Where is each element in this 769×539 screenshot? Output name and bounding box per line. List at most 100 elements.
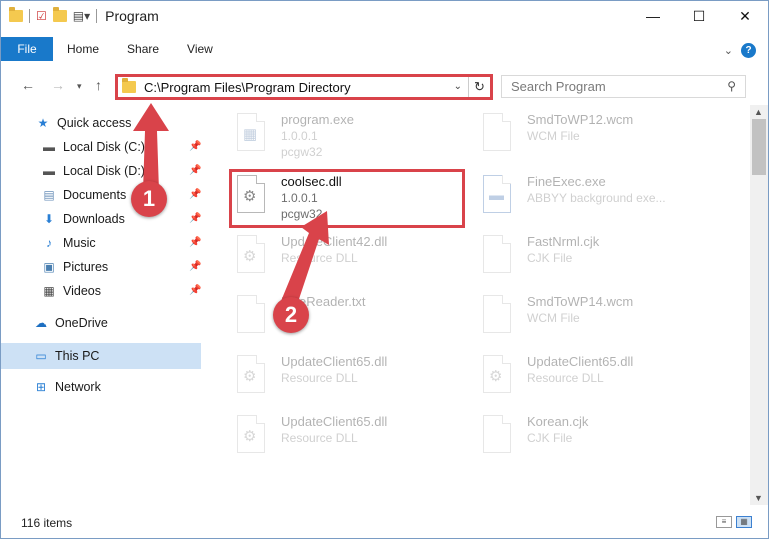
sidebar-item-downloads[interactable]: ⬇ Downloads [41, 207, 125, 231]
file-name: Korean.cjk [527, 414, 589, 429]
sidebar-item-label: Downloads [63, 212, 125, 226]
file-name: SmdToWP14.wcm [527, 294, 634, 309]
search-icon[interactable]: ⚲ [727, 79, 736, 93]
pin-icon[interactable]: 📌 [189, 285, 201, 296]
divider [29, 9, 30, 23]
file-item[interactable]: SmdToWP14.wcm WCM File [479, 293, 633, 347]
status-bar: 116 items ≡ ▦ [1, 508, 768, 538]
search-placeholder: Search Program [511, 79, 606, 94]
search-input[interactable]: Search Program ⚲ [501, 75, 746, 98]
item-count: 116 items [21, 516, 73, 530]
file-name: program.exe [281, 112, 354, 127]
scroll-up-icon[interactable]: ▲ [754, 107, 763, 117]
scroll-thumb[interactable] [752, 119, 766, 175]
recent-locations-icon[interactable]: ▾ [77, 81, 82, 92]
tab-file[interactable]: File [1, 37, 53, 61]
file-item[interactable]: ⚙ UpdateClient65.dll Resource DLL [233, 413, 387, 467]
dll-file-icon: ⚙ [233, 413, 269, 455]
title-bar: ☑ ▤▾ Program — ☐ ✕ [1, 1, 768, 31]
sidebar-item-onedrive[interactable]: ☁ OneDrive [33, 311, 108, 335]
exe-file-icon: ▬ [479, 173, 515, 215]
navigation-pane: ★ Quick access ▬ Local Disk (C:) 📌 ▬ Loc… [1, 105, 207, 505]
folder-icon [122, 78, 136, 93]
expand-ribbon-icon[interactable]: ⌄ [724, 44, 733, 57]
sidebar-item-local-disk-d[interactable]: ▬ Local Disk (D:) [41, 159, 145, 183]
vertical-scrollbar[interactable]: ▲ ▼ [750, 105, 768, 505]
network-icon: ⊞ [35, 380, 47, 394]
file-item[interactable]: ⚙ UpdateClient65.dll Resource DLL [479, 353, 633, 407]
pin-icon[interactable]: 📌 [189, 237, 201, 248]
videos-icon: ▦ [43, 284, 55, 298]
file-detail: Resource DLL [281, 371, 358, 385]
pictures-icon: ▣ [43, 260, 55, 274]
large-icons-view-icon[interactable]: ▦ [736, 516, 752, 528]
tab-view[interactable]: View [173, 42, 227, 56]
quick-access-toolbar: ☑ ▤▾ [1, 7, 98, 23]
folder-icon [9, 7, 23, 22]
file-item[interactable]: FastNrml.cjk CJK File [479, 233, 599, 287]
file-item[interactable]: SmdToWP12.wcm WCM File [479, 111, 633, 165]
window-controls: — ☐ ✕ [630, 1, 768, 31]
file-detail: CJK File [527, 251, 573, 265]
new-folder-icon[interactable] [52, 7, 67, 22]
tab-home[interactable]: Home [53, 42, 113, 56]
pin-icon[interactable]: 📌 [189, 261, 201, 272]
address-path[interactable]: C:\Program Files\Program Directory [144, 80, 351, 95]
file-item[interactable]: Korean.cjk CJK File [479, 413, 588, 467]
exe-file-icon: ▦ [233, 111, 269, 153]
details-view-icon[interactable]: ≡ [716, 516, 732, 528]
file-detail: pcgw32 [281, 145, 323, 159]
sidebar-item-videos[interactable]: ▦ Videos [41, 279, 101, 303]
address-bar[interactable]: C:\Program Files\Program Directory ⌄ ↻ [115, 74, 493, 100]
sidebar-item-label: Videos [63, 284, 101, 298]
pin-icon[interactable]: 📌 [189, 165, 201, 176]
sidebar-item-local-disk-c[interactable]: ▬ Local Disk (C:) [41, 135, 145, 159]
scroll-down-icon[interactable]: ▼ [754, 493, 763, 503]
chevron-down-icon[interactable]: ⌄ [454, 81, 462, 92]
forward-arrow-icon[interactable]: → [51, 77, 65, 93]
computer-icon: ▭ [35, 349, 47, 363]
step-badge-2: 2 [273, 297, 309, 333]
star-icon: ★ [37, 116, 49, 130]
sidebar-item-label: Music [63, 236, 96, 250]
sidebar-item-pictures[interactable]: ▣ Pictures [41, 255, 108, 279]
tab-share[interactable]: Share [113, 42, 173, 56]
ribbon-tabs: File Home Share View ⌄ ? [1, 31, 768, 67]
divider [96, 9, 98, 23]
file-name: UpdateClient65.dll [527, 354, 634, 369]
refresh-icon[interactable]: ↻ [468, 77, 490, 97]
file-item[interactable]: ⚙ UpdateClient65.dll Resource DLL [233, 353, 387, 407]
file-detail: Resource DLL [281, 431, 358, 445]
help-icon[interactable]: ? [741, 43, 756, 58]
back-arrow-icon[interactable]: ← [21, 77, 35, 93]
drive-icon: ▬ [43, 140, 55, 154]
customize-toolbar-icon[interactable]: ▤▾ [73, 9, 90, 23]
file-item[interactable]: ⚙ UpdateClient42.dll Resource DLL [233, 233, 387, 287]
minimize-button[interactable]: — [630, 1, 676, 31]
file-item[interactable]: ▦ program.exe 1.0.0.1 pcgw32 [233, 111, 354, 165]
sidebar-item-documents[interactable]: ▤ Documents [41, 183, 126, 207]
up-arrow-icon[interactable]: ↑ [95, 77, 102, 93]
file-detail: CJK File [527, 431, 573, 445]
sidebar-item-quick-access[interactable]: ★ Quick access [35, 111, 132, 135]
sidebar-item-this-pc[interactable]: ▭ This PC [33, 344, 99, 368]
music-icon: ♪ [46, 236, 52, 250]
address-row: ← → ▾ ↑ C:\Program Files\Program Directo… [1, 67, 768, 105]
file-item[interactable]: ▬ FineExec.exe ABBYY background exe... [479, 173, 666, 227]
maximize-button[interactable]: ☐ [676, 1, 722, 31]
document-file-icon [479, 293, 515, 335]
pin-icon[interactable]: 📌 [189, 213, 201, 224]
close-button[interactable]: ✕ [722, 1, 768, 31]
pin-icon[interactable]: 📌 [189, 141, 201, 152]
file-detail: Resource DLL [281, 251, 358, 265]
file-item-coolsec[interactable]: ⚙ coolsec.dll 1.0.0.1 pcgw32 [233, 173, 342, 227]
sidebar-item-music[interactable]: ♪ Music [41, 231, 96, 255]
sidebar-item-network[interactable]: ⊞ Network [33, 375, 101, 399]
dll-file-icon: ⚙ [233, 353, 269, 395]
file-detail: WCM File [527, 129, 580, 143]
document-file-icon [479, 111, 515, 153]
window-title: Program [105, 8, 159, 24]
sidebar-item-label: Quick access [57, 116, 132, 130]
properties-icon[interactable]: ☑ [36, 9, 47, 23]
pin-icon[interactable]: 📌 [189, 189, 201, 200]
